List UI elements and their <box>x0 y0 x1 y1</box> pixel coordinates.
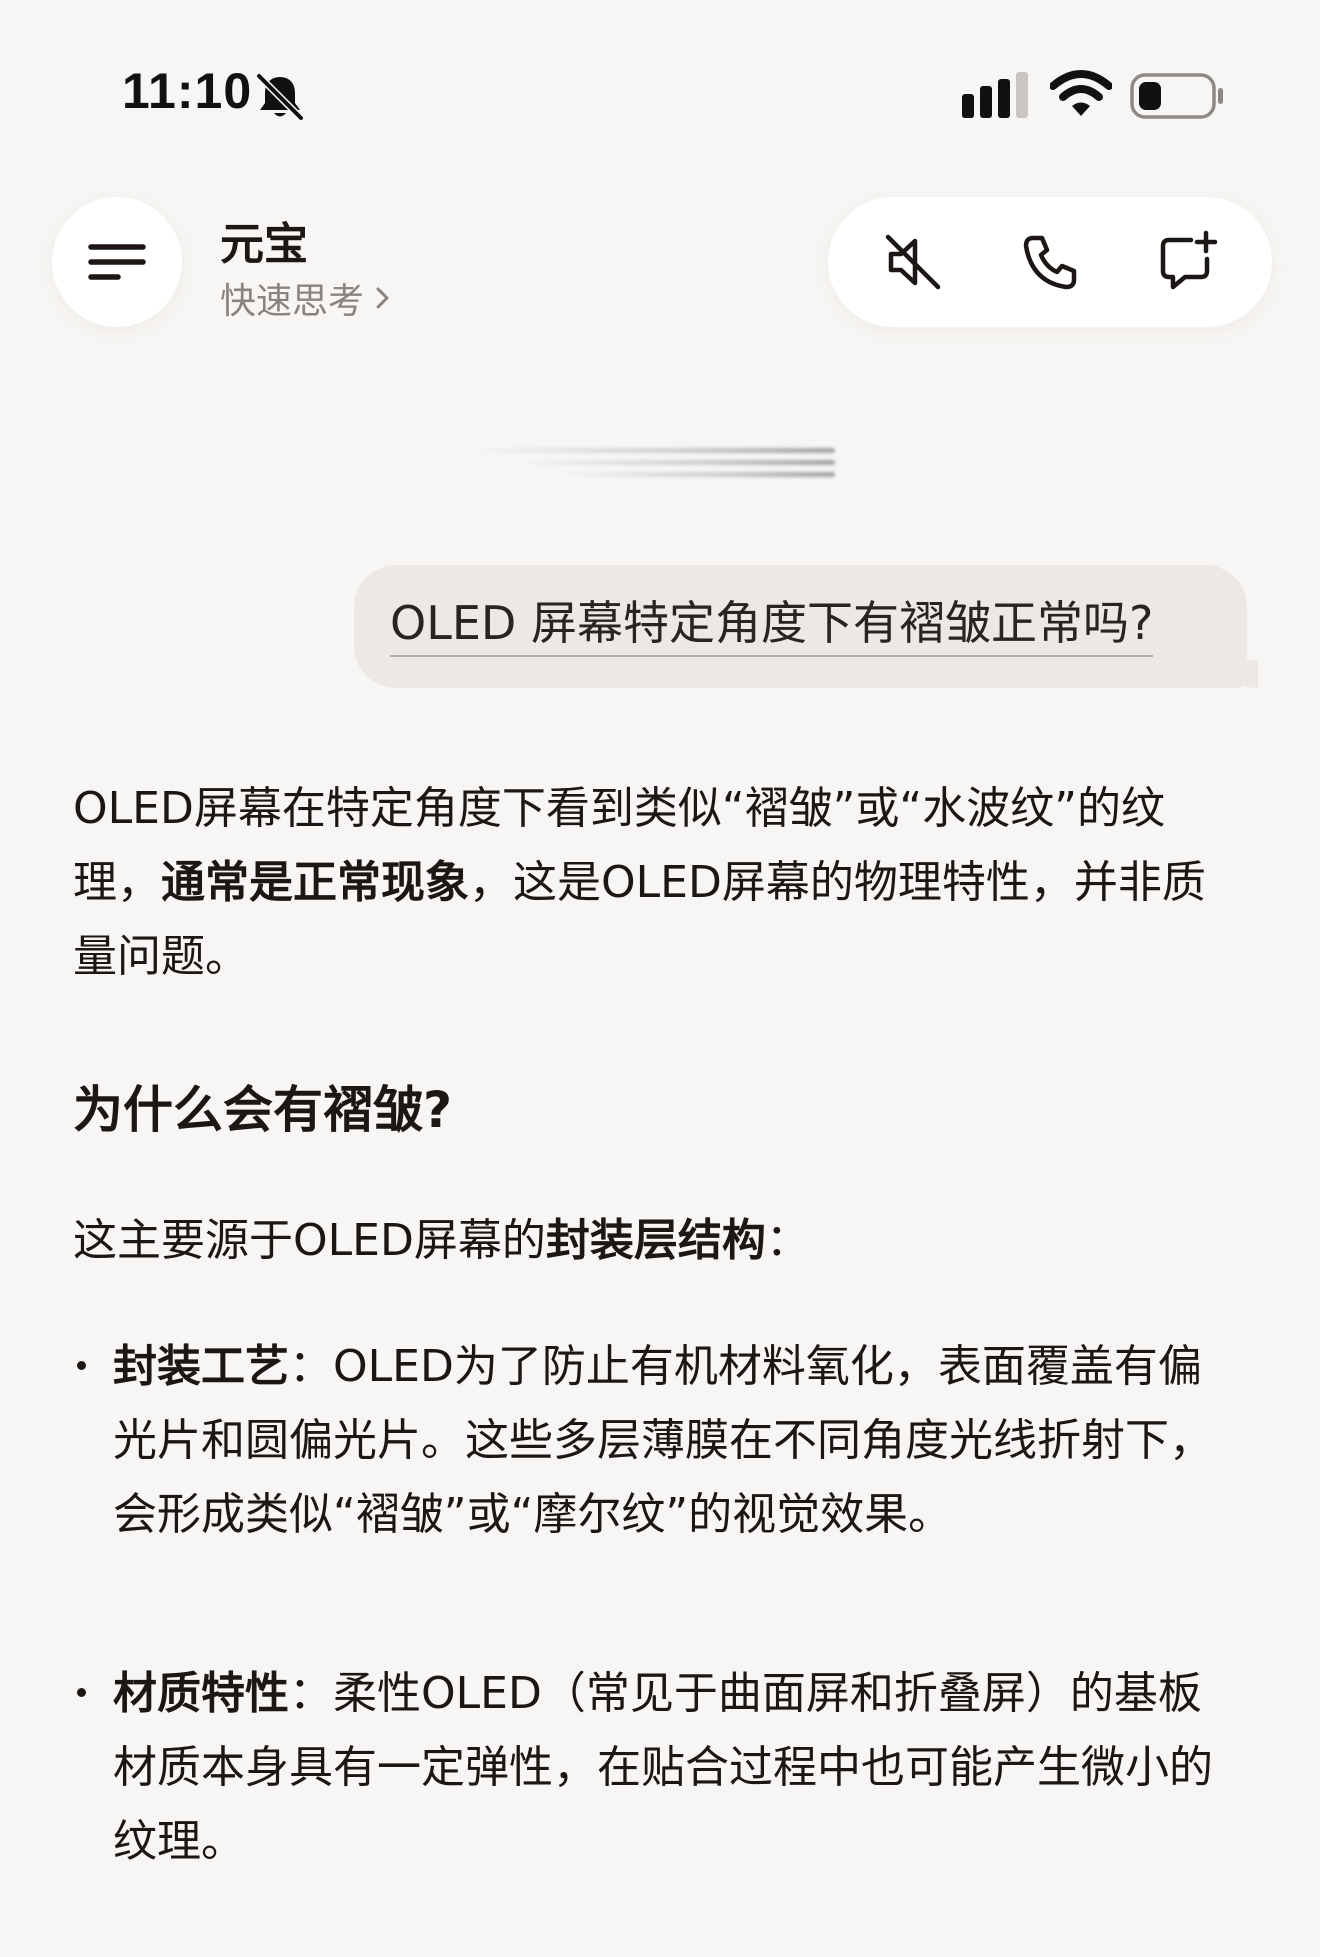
new-chat-button[interactable] <box>1128 197 1248 327</box>
speaker-muted-icon <box>885 234 941 290</box>
menu-button[interactable] <box>52 197 182 327</box>
bullet-dot <box>77 1688 86 1697</box>
bell-slash-icon <box>255 72 305 122</box>
mute-button[interactable] <box>853 197 973 327</box>
battery-icon <box>1130 73 1223 119</box>
menu-icon <box>88 244 146 280</box>
chat-screen: 11:10 元宝 快速思考 OLED 屏幕特定角度下有褶皱正常吗? OLED屏幕… <box>0 0 1320 1957</box>
bullet-dot <box>77 1361 86 1370</box>
divider-line <box>560 472 835 477</box>
list-item: 材质特性：柔性OLED（常见于曲面屏和折叠屏）的基板材质本身具有一定弹性，在贴合… <box>73 1657 1233 1879</box>
list-item-separator: ： <box>289 1341 333 1392</box>
reply-text: 这主要源于OLED屏幕的 <box>73 1215 546 1266</box>
new-chat-icon <box>1160 230 1218 290</box>
user-message-text: OLED 屏幕特定角度下有褶皱正常吗? <box>390 596 1154 658</box>
status-time: 11:10 <box>122 63 253 119</box>
reply-text: ： <box>765 1215 810 1266</box>
list-item: 封装工艺：OLED为了防止有机材料氧化，表面覆盖有偏光片和圆偏光片。这些多层薄膜… <box>73 1330 1233 1552</box>
wifi-icon <box>1050 70 1112 116</box>
thinking-mode-selector[interactable]: 快速思考 <box>220 272 392 324</box>
list-item-title: 材质特性 <box>113 1668 289 1719</box>
list-item-separator: ： <box>289 1668 333 1719</box>
call-button[interactable] <box>990 197 1110 327</box>
reply-heading: 为什么会有褶皱? <box>73 1081 453 1139</box>
cellular-signal-icon <box>962 72 1028 118</box>
divider-line <box>470 448 835 453</box>
chevron-right-icon <box>376 287 389 309</box>
assistant-name: 元宝 <box>220 219 308 270</box>
list-item-title: 封装工艺 <box>113 1341 289 1392</box>
thinking-mode-label: 快速思考 <box>220 281 365 322</box>
phone-icon <box>1023 235 1077 290</box>
header-actions <box>828 197 1272 327</box>
reply-bold-text: 封装层结构 <box>545 1215 766 1266</box>
divider-line <box>520 460 835 465</box>
reply-bold-text: 通常是正常现象 <box>161 857 469 908</box>
reply-intro-paragraph: OLED屏幕在特定角度下看到类似“褶皱”或“水波纹”的纹理，通常是正常现象，这是… <box>73 772 1233 994</box>
reply-cause-paragraph: 这主要源于OLED屏幕的封装层结构： <box>73 1204 1233 1278</box>
